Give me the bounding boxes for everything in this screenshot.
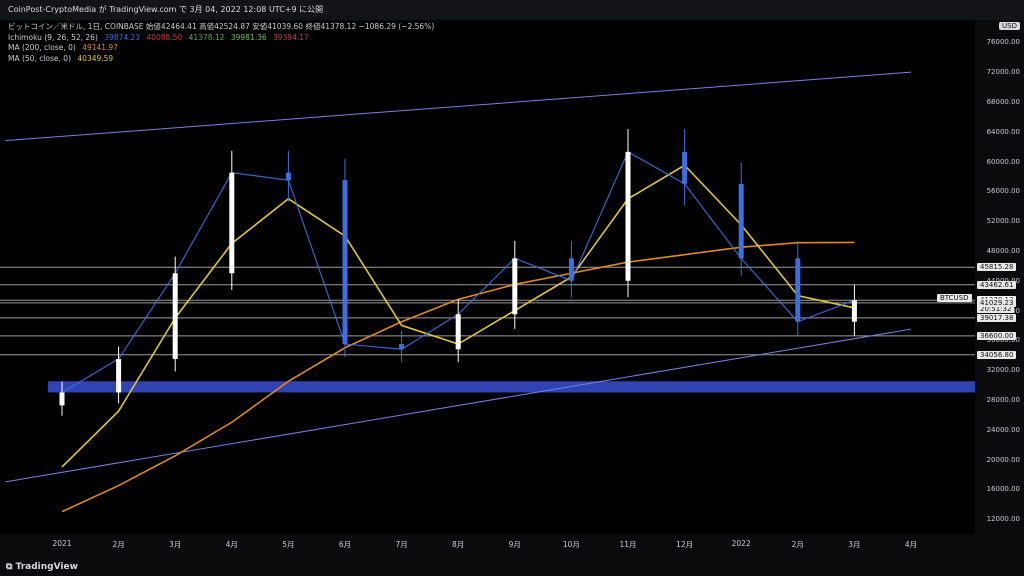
candle-body[interactable] xyxy=(625,151,631,281)
legend-ma50-value: 40349.59 xyxy=(77,53,114,63)
time-tick-label: 8月 xyxy=(452,540,465,549)
time-tick-label: 9月 xyxy=(508,540,521,549)
candle-body[interactable] xyxy=(682,151,688,184)
legend-ichimoku-value-4: 39394.17 xyxy=(273,32,309,42)
price-tick-label: 76000.00 xyxy=(986,38,1020,47)
tradingview-brand: TradingView xyxy=(15,562,78,572)
candle-body[interactable] xyxy=(455,314,461,350)
footer: ⧉ TradingView xyxy=(0,560,1024,576)
price-axis[interactable]: USD 76000.00 72000.00 68000.00 64000.00 6000… xyxy=(975,20,1024,534)
price-tag: 34056.80 xyxy=(977,350,1017,359)
btcusd-series-label: BTCUSD xyxy=(937,294,972,303)
price-tag: 43462.61 xyxy=(977,280,1017,289)
price-tick-label: 64000.00 xyxy=(986,127,1020,136)
candle-body[interactable] xyxy=(285,172,291,181)
legend-title-row: ビットコイン／米ドル, 1日, COINBASE 始値42464.41 高値42… xyxy=(8,22,438,33)
time-tick-label: 12月 xyxy=(676,540,694,549)
candle-body[interactable] xyxy=(738,183,744,259)
legend-ichimoku-value-0: 39874.23 xyxy=(104,32,141,42)
candle-body[interactable] xyxy=(59,392,65,406)
plot-area[interactable]: ビットコイン／米ドル, 1日, COINBASE 始値42464.41 高値42… xyxy=(0,20,975,534)
price-tick-label: 16000.00 xyxy=(986,485,1020,494)
legend-ma200-row[interactable]: MA (200, close, 0) 49141.97 xyxy=(8,43,438,54)
time-tick-label: 2022 xyxy=(731,539,751,548)
legend-ichimoku-row[interactable]: Ichimoku (9, 26, 52, 26) 39874.23 40088.… xyxy=(8,33,438,44)
price-tick-label: 56000.00 xyxy=(986,187,1020,196)
price-tag: 41029.23 xyxy=(977,298,1017,307)
price-tick-label: 52000.00 xyxy=(986,217,1020,226)
price-tick-label: 68000.00 xyxy=(986,97,1020,106)
price-tag: 45815.28 xyxy=(977,263,1017,272)
price-tick-label: 20000.00 xyxy=(986,455,1020,464)
time-tick-label: 4月 xyxy=(904,540,918,549)
price-tag: 39017.38 xyxy=(977,313,1017,322)
tradingview-logo-icon: ⧉ xyxy=(6,562,16,572)
price-chart-svg[interactable] xyxy=(0,20,975,534)
time-tick-label: 2021 xyxy=(52,539,72,548)
candle-body[interactable] xyxy=(512,258,518,315)
time-tick-label: 5月 xyxy=(282,540,295,549)
price-tick-label: 48000.00 xyxy=(986,246,1020,255)
legend-ichimoku-value-3: 39981.36 xyxy=(230,32,267,42)
candle-body[interactable] xyxy=(229,172,235,274)
price-tick-label: 12000.00 xyxy=(986,515,1020,524)
candle-body[interactable] xyxy=(851,300,857,322)
candle-body[interactable] xyxy=(568,258,574,281)
legend-ma50-row[interactable]: MA (50, close, 0) 40349.59 xyxy=(8,54,438,65)
time-tick-label: 2月 xyxy=(791,540,804,549)
ma200-line xyxy=(61,241,855,513)
legend-ma200-value: 49141.97 xyxy=(82,43,118,52)
price-tag: 36600.00 xyxy=(977,331,1017,340)
time-tick-label: 7月 xyxy=(395,540,408,549)
chart-frame: ビットコイン／米ドル, 1日, COINBASE 始値42464.41 高値42… xyxy=(0,20,1024,576)
price-tick-label: 72000.00 xyxy=(986,68,1020,77)
time-tick-label: 6月 xyxy=(338,540,352,549)
legend-ma200-label: MA (200, close, 0) xyxy=(8,43,76,52)
candle-body[interactable] xyxy=(399,344,405,350)
time-tick-label: 3月 xyxy=(848,540,861,549)
time-tick-label: 11月 xyxy=(619,540,637,549)
top-attribution-bar: CoinPost-CryptoMedia が TradingView.com で… xyxy=(0,0,1024,20)
price-tick-label: 24000.00 xyxy=(986,425,1020,434)
price-tick-label: 28000.00 xyxy=(986,395,1020,404)
time-axis[interactable]: 2021 2月 3月 4月 5月 6月 7月 8月 9月 10月 11月 12月 2022 2月 3月 4月 xyxy=(0,534,1024,560)
time-tick-label: 3月 xyxy=(169,540,182,549)
time-tick-label: 10月 xyxy=(562,540,580,549)
currency-badge[interactable]: USD xyxy=(999,22,1020,30)
support-band xyxy=(47,381,975,393)
candle-body[interactable] xyxy=(116,358,122,393)
candle-body[interactable] xyxy=(795,258,801,322)
price-tick-label: 32000.00 xyxy=(986,366,1020,375)
candle-body[interactable] xyxy=(342,180,348,345)
trend-channel-upper xyxy=(5,71,912,142)
tradingview-logo[interactable]: ⧉ TradingView xyxy=(6,562,78,572)
legend-title: ビットコイン／米ドル, 1日, COINBASE 始値42464.41 高値42… xyxy=(8,22,435,31)
legend-ichimoku-value-1: 40088.50 xyxy=(146,32,183,42)
attribution-text: CoinPost-CryptoMedia が TradingView.com で… xyxy=(8,5,324,14)
legend-ma50-label: MA (50, close, 0) xyxy=(8,53,72,63)
legend-ichimoku-label: Ichimoku (9, 26, 52, 26) xyxy=(8,32,98,42)
time-tick-label: 2月 xyxy=(112,540,125,549)
price-tick-label: 60000.00 xyxy=(986,157,1020,166)
chart-legend: ビットコイン／米ドル, 1日, COINBASE 始値42464.41 高値42… xyxy=(8,22,438,64)
candle-body[interactable] xyxy=(172,273,178,359)
legend-ichimoku-value-2: 41378.12 xyxy=(188,32,225,42)
time-tick-label: 4月 xyxy=(225,540,238,549)
